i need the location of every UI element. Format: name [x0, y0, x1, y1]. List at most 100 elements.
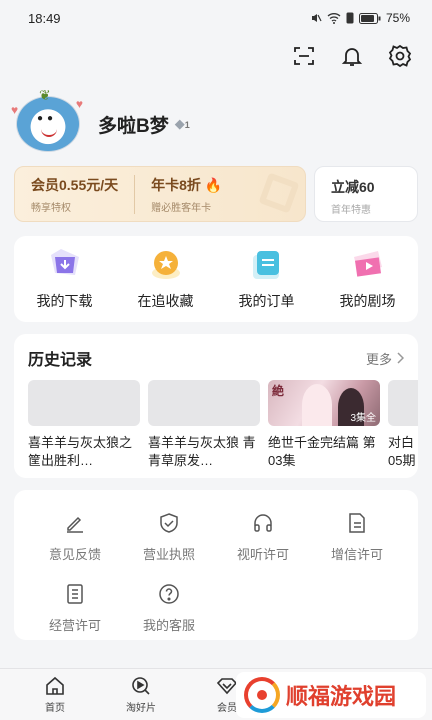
quick-theater-label: 我的剧场	[339, 293, 396, 309]
license-icon	[156, 510, 182, 536]
history-thumbnail	[388, 380, 418, 426]
discount-title: 立减60	[331, 179, 375, 195]
history-title: 历史记录	[28, 352, 93, 369]
year-card-sub: 赠必胜客年卡	[151, 202, 212, 214]
mute-icon	[311, 14, 322, 22]
avatar-eyes: ●●	[37, 113, 58, 124]
vip-icon	[216, 677, 238, 694]
level-number: 1	[184, 120, 190, 130]
help-icon	[156, 581, 182, 607]
quick-download-label: 我的下载	[36, 293, 93, 309]
download-icon	[47, 247, 83, 281]
heart-icon: ♥	[75, 97, 83, 111]
service-license-label: 营业执照	[142, 547, 195, 562]
history-item[interactable]: 絶 3集全 绝世千金完结篇 第03集	[268, 380, 380, 470]
member-price: 会员0.55元/天	[31, 176, 119, 193]
avatar-mouth	[41, 129, 57, 137]
service-feedback[interactable]: 意见反馈	[28, 510, 122, 563]
document-icon	[344, 510, 370, 536]
services-card: 意见反馈 营业执照 视听许可 增信许可 经营许可 我的客服	[14, 490, 418, 640]
bottom-tab-bar: 首页 淘好片 会员 顺福游戏园	[0, 668, 432, 720]
vip-row: 会员0.55元/天 畅享特权 年卡8折 🔥 赠必胜客年卡 立减60 首年特惠	[14, 166, 418, 222]
quick-order-label: 我的订单	[238, 293, 295, 309]
status-icons: 75%	[310, 11, 410, 25]
tab-home[interactable]: 首页	[12, 676, 98, 714]
history-item[interactable]: 喜羊羊与灰太狼 青青草原发…	[148, 380, 260, 470]
scan-icon[interactable]	[290, 42, 318, 70]
quick-theater[interactable]: 我的剧场	[323, 247, 413, 311]
order-icon	[249, 247, 285, 281]
favorite-icon	[148, 247, 184, 281]
status-time: 18:49	[28, 10, 61, 26]
discount-sub: 首年特惠	[331, 205, 371, 216]
avatar[interactable]: ❦ ●● ♥ ♥	[11, 87, 83, 152]
year-card-block[interactable]: 年卡8折 🔥 赠必胜客年卡	[134, 174, 238, 214]
history-list: 喜羊羊与灰太狼之筐出胜利… 喜羊羊与灰太狼 青青草原发… 絶 3集全 绝世千金完…	[14, 370, 418, 470]
history-more-label: 更多	[365, 351, 392, 367]
member-price-block[interactable]: 会员0.55元/天 畅享特权	[15, 175, 134, 214]
bell-icon[interactable]	[338, 42, 366, 70]
theater-icon	[350, 247, 386, 281]
history-thumbnail	[28, 380, 140, 426]
poster-figure	[302, 384, 332, 426]
profile-header: ❦ ●● ♥ ♥ 多啦B梦 ◆1	[11, 87, 190, 152]
year-card: 年卡8折 🔥	[151, 175, 222, 195]
tab-vip-label: 会员	[217, 702, 237, 714]
history-item-title: 绝世千金完结篇 第03集	[268, 435, 376, 468]
history-item[interactable]: 喜羊羊与灰太狼之筐出胜利…	[28, 380, 140, 470]
quick-favorite-label: 在追收藏	[137, 293, 194, 309]
episode-badge: 3集全	[350, 413, 376, 424]
history-item-title: 对白05期	[388, 435, 416, 468]
history-header: 历史记录 更多	[14, 334, 418, 370]
service-credit-label: 增信许可	[330, 547, 383, 562]
history-item[interactable]: 对白05期	[388, 380, 418, 470]
leaf-icon: ❦	[39, 87, 51, 103]
service-credit[interactable]: 增信许可	[310, 510, 404, 563]
discount-card[interactable]: 立减60 首年特惠	[314, 166, 418, 222]
quick-order[interactable]: 我的订单	[222, 247, 312, 311]
history-thumbnail	[148, 380, 260, 426]
vip-deco-icon	[258, 172, 300, 214]
year-card-label: 年卡8折	[151, 176, 201, 193]
wifi-icon	[327, 13, 341, 24]
headphones-icon	[250, 510, 276, 536]
fire-icon: 🔥	[204, 176, 223, 193]
sim-icon	[346, 12, 354, 24]
username[interactable]: 多啦B梦 ◆1	[98, 111, 190, 138]
gear-icon[interactable]	[386, 42, 414, 70]
quick-download[interactable]: 我的下载	[20, 247, 110, 311]
service-audiovisual-label: 视听许可	[236, 547, 289, 562]
history-card: 历史记录 更多 喜羊羊与灰太狼之筐出胜利… 喜羊羊与灰太狼 青青草原发… 絶 3…	[14, 334, 418, 478]
history-thumbnail: 絶 3集全	[268, 380, 380, 426]
history-item-title: 喜羊羊与灰太狼之筐出胜利…	[28, 435, 133, 468]
battery-level: 75%	[385, 11, 410, 25]
battery-icon	[358, 12, 381, 24]
history-more-link[interactable]: 更多	[366, 349, 404, 368]
tab-discover-label: 淘好片	[126, 702, 156, 714]
history-item-title: 喜羊羊与灰太狼 青青草原发…	[148, 435, 256, 468]
service-audiovisual[interactable]: 视听许可	[216, 510, 310, 563]
service-support-label: 我的客服	[142, 618, 195, 633]
tab-discover[interactable]: 淘好片	[98, 676, 184, 714]
service-feedback-label: 意见反馈	[48, 547, 101, 562]
quick-favorite[interactable]: 在追收藏	[121, 247, 211, 311]
poster-calligraphy: 絶	[272, 384, 285, 398]
tab-home-label: 首页	[45, 702, 65, 714]
service-permit-label: 经营许可	[48, 618, 101, 633]
quick-actions: 我的下载 在追收藏 我的订单 我的剧场	[14, 236, 418, 322]
heart-icon: ♥	[11, 103, 19, 117]
chevron-right-icon	[397, 352, 404, 364]
feedback-icon	[62, 510, 88, 536]
diamond-level-icon: ◆1	[174, 116, 190, 131]
top-actions	[290, 42, 414, 70]
username-text: 多啦B梦	[98, 115, 169, 137]
service-support[interactable]: 我的客服	[122, 581, 216, 634]
watermark-text: 顺福游戏园	[286, 685, 397, 710]
service-license[interactable]: 营业执照	[122, 510, 216, 563]
status-bar: 18:49 75%	[0, 0, 432, 36]
home-icon	[46, 676, 64, 695]
member-sub: 畅享特权	[31, 202, 71, 214]
watermark: 顺福游戏园	[236, 672, 426, 718]
service-permit[interactable]: 经营许可	[28, 581, 122, 634]
vip-card[interactable]: 会员0.55元/天 畅享特权 年卡8折 🔥 赠必胜客年卡	[14, 166, 306, 222]
